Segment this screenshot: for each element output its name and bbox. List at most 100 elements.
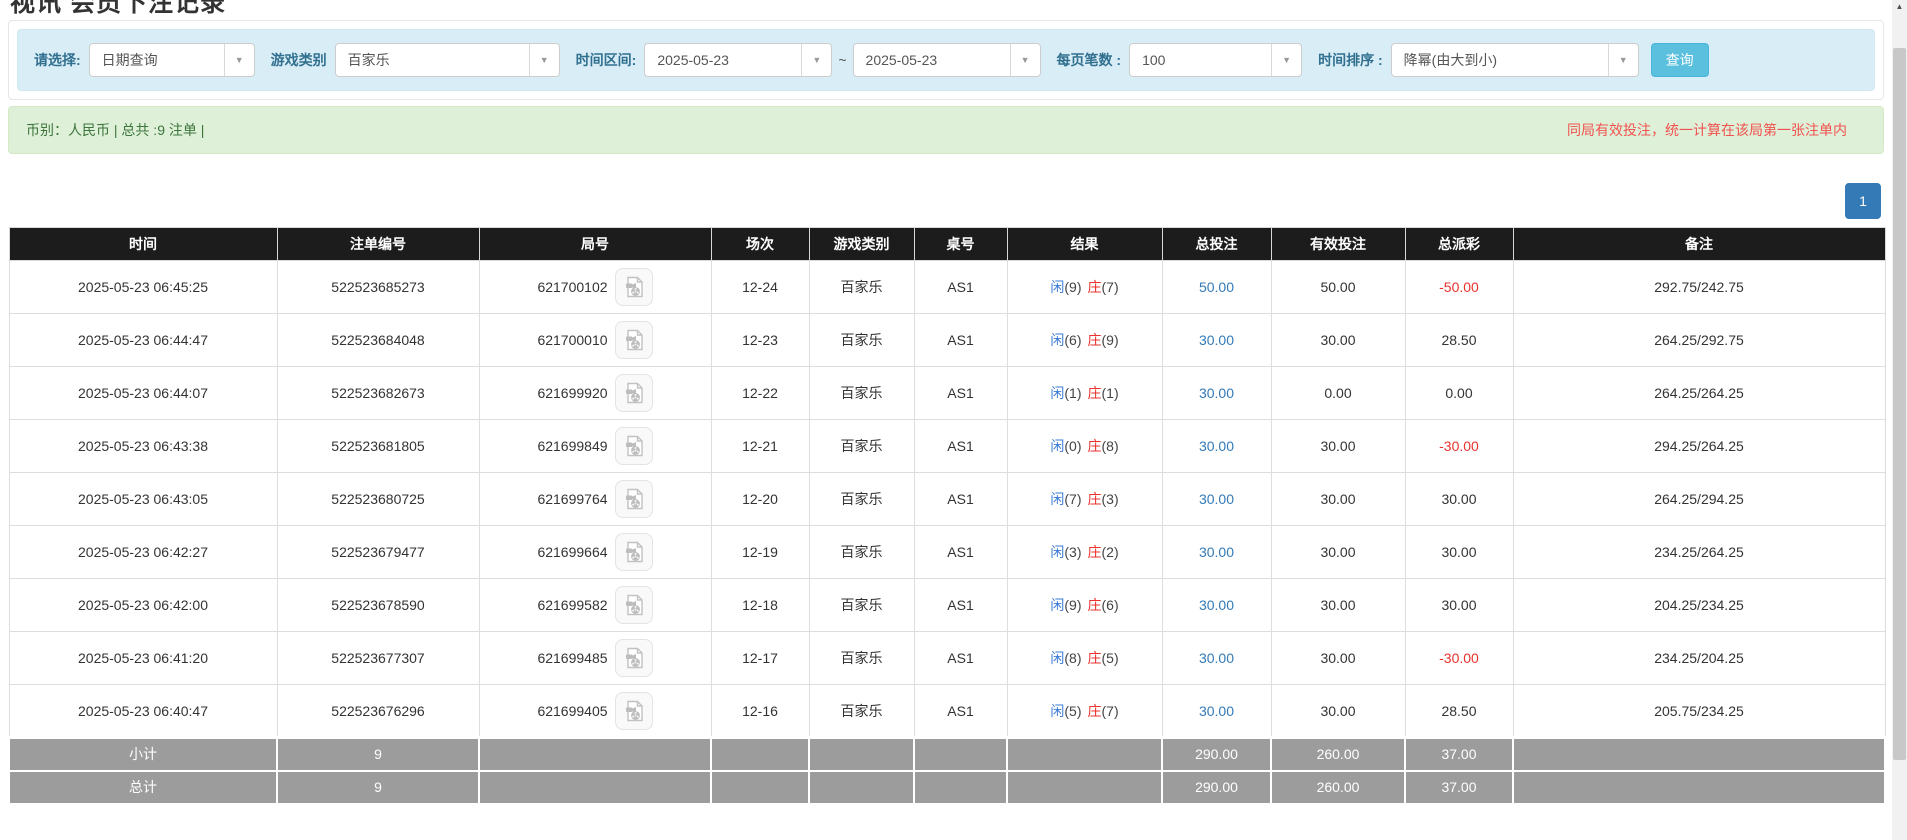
total-bet-link[interactable]: 50.00 <box>1199 279 1234 295</box>
pagination: 1 <box>1845 183 1881 219</box>
header-time: 时间 <box>9 228 277 261</box>
result-player: 闲 <box>1050 385 1064 401</box>
video-replay-icon[interactable] <box>615 692 653 730</box>
cell-result: 闲(5)庄(7) <box>1007 685 1162 738</box>
query-type-value: 日期查询 <box>90 44 224 76</box>
per-page-value: 100 <box>1130 44 1271 76</box>
cell-total-bet: 30.00 <box>1162 420 1271 473</box>
cell-table-no: AS1 <box>914 685 1007 738</box>
cell-time: 2025-05-23 06:42:27 <box>9 526 277 579</box>
search-button[interactable]: 查询 <box>1651 43 1709 77</box>
payout-value: 0.00 <box>1445 385 1472 401</box>
subtotal-valid-bet: 260.00 <box>1271 738 1405 771</box>
sort-order-select[interactable]: 降幂(由大到小) ▼ <box>1391 43 1639 77</box>
cell-table-no: AS1 <box>914 261 1007 314</box>
cell-total-bet: 30.00 <box>1162 632 1271 685</box>
table-row: 2025-05-23 06:43:38 522523681805 6216998… <box>9 420 1885 473</box>
video-replay-icon[interactable] <box>615 321 653 359</box>
cell-payout: -30.00 <box>1405 420 1513 473</box>
video-replay-icon[interactable] <box>615 268 653 306</box>
table-row: 2025-05-23 06:41:20 522523677307 6216994… <box>9 632 1885 685</box>
cell-empty <box>809 738 914 771</box>
total-bet-link[interactable]: 30.00 <box>1199 491 1234 507</box>
cell-total-bet: 50.00 <box>1162 261 1271 314</box>
total-bet-link[interactable]: 30.00 <box>1199 385 1234 401</box>
cell-empty <box>711 771 809 804</box>
table-row: 2025-05-23 06:43:05 522523680725 6216997… <box>9 473 1885 526</box>
total-bet-link[interactable]: 30.00 <box>1199 650 1234 666</box>
header-result: 结果 <box>1007 228 1162 261</box>
query-type-select[interactable]: 日期查询 ▼ <box>89 43 255 77</box>
cell-bet-id: 522523685273 <box>277 261 479 314</box>
video-replay-icon[interactable] <box>615 374 653 412</box>
cell-valid-bet: 50.00 <box>1271 261 1405 314</box>
cell-game-type: 百家乐 <box>809 632 914 685</box>
cell-round-id: 621699485 <box>479 632 711 685</box>
page-title: 视讯 会员下注记录 <box>10 0 226 19</box>
table-row: 2025-05-23 06:44:47 522523684048 6217000… <box>9 314 1885 367</box>
cell-bet-id: 522523684048 <box>277 314 479 367</box>
subtotal-count: 9 <box>277 738 479 771</box>
scrollbar-thumb[interactable] <box>1893 48 1906 760</box>
cell-total-bet: 30.00 <box>1162 314 1271 367</box>
game-type-select[interactable]: 百家乐 ▼ <box>335 43 560 77</box>
chevron-down-icon[interactable]: ▼ <box>1608 44 1638 76</box>
cell-bet-id: 522523678590 <box>277 579 479 632</box>
cell-result: 闲(7)庄(3) <box>1007 473 1162 526</box>
cell-empty <box>1007 738 1162 771</box>
date-from-select[interactable]: 2025-05-23 ▼ <box>644 43 832 77</box>
chevron-down-icon[interactable]: ▼ <box>1271 44 1301 76</box>
total-bet-link[interactable]: 30.00 <box>1199 703 1234 719</box>
per-page-label: 每页笔数 : <box>1057 50 1122 70</box>
cell-session: 12-18 <box>711 579 809 632</box>
cell-round-id: 621700010 <box>479 314 711 367</box>
date-from-value: 2025-05-23 <box>645 44 801 76</box>
scroll-up-icon[interactable]: ▲ <box>1892 2 1907 11</box>
cell-payout: 30.00 <box>1405 473 1513 526</box>
sort-order-label: 时间排序 : <box>1318 50 1383 70</box>
time-range-label: 时间区间: <box>576 50 637 70</box>
video-replay-icon[interactable] <box>615 639 653 677</box>
chevron-down-icon[interactable]: ▼ <box>224 44 254 76</box>
total-bet-link[interactable]: 30.00 <box>1199 332 1234 348</box>
round-id-text: 621700010 <box>537 332 607 348</box>
cell-payout: 28.50 <box>1405 685 1513 738</box>
payout-value: 28.50 <box>1441 332 1476 348</box>
vertical-scrollbar[interactable]: ▲ <box>1892 0 1907 840</box>
video-replay-icon[interactable] <box>615 586 653 624</box>
cell-session: 12-24 <box>711 261 809 314</box>
currency-total-text: 币别：人民币 | 总共 :9 注单 | <box>26 120 204 140</box>
cell-result: 闲(6)庄(9) <box>1007 314 1162 367</box>
cell-session: 12-21 <box>711 420 809 473</box>
total-bet-link[interactable]: 30.00 <box>1199 544 1234 560</box>
cell-result: 闲(8)庄(5) <box>1007 632 1162 685</box>
chevron-down-icon[interactable]: ▼ <box>1010 44 1040 76</box>
total-bet-link[interactable]: 30.00 <box>1199 597 1234 613</box>
cell-session: 12-17 <box>711 632 809 685</box>
cell-time: 2025-05-23 06:42:00 <box>9 579 277 632</box>
total-payout: 37.00 <box>1405 771 1513 804</box>
video-replay-icon[interactable] <box>615 427 653 465</box>
page-1-button[interactable]: 1 <box>1845 183 1881 219</box>
cell-game-type: 百家乐 <box>809 473 914 526</box>
cell-remark: 292.75/242.75 <box>1513 261 1885 314</box>
cell-table-no: AS1 <box>914 473 1007 526</box>
cell-payout: 28.50 <box>1405 314 1513 367</box>
chevron-down-icon[interactable]: ▼ <box>801 44 831 76</box>
payout-value: -30.00 <box>1439 438 1479 454</box>
cell-round-id: 621699920 <box>479 367 711 420</box>
video-replay-icon[interactable] <box>615 533 653 571</box>
chevron-down-icon[interactable]: ▼ <box>529 44 559 76</box>
video-replay-icon[interactable] <box>615 480 653 518</box>
cell-bet-id: 522523676296 <box>277 685 479 738</box>
total-bet-link[interactable]: 30.00 <box>1199 438 1234 454</box>
cell-total-bet: 30.00 <box>1162 685 1271 738</box>
table-header-row: 时间 注单编号 局号 场次 游戏类别 桌号 结果 总投注 有效投注 总派彩 备注 <box>9 228 1885 261</box>
date-to-select[interactable]: 2025-05-23 ▼ <box>853 43 1041 77</box>
cell-time: 2025-05-23 06:40:47 <box>9 685 277 738</box>
cell-bet-id: 522523677307 <box>277 632 479 685</box>
cell-game-type: 百家乐 <box>809 579 914 632</box>
payout-value: 30.00 <box>1441 544 1476 560</box>
per-page-select[interactable]: 100 ▼ <box>1129 43 1302 77</box>
cell-result: 闲(9)庄(6) <box>1007 579 1162 632</box>
